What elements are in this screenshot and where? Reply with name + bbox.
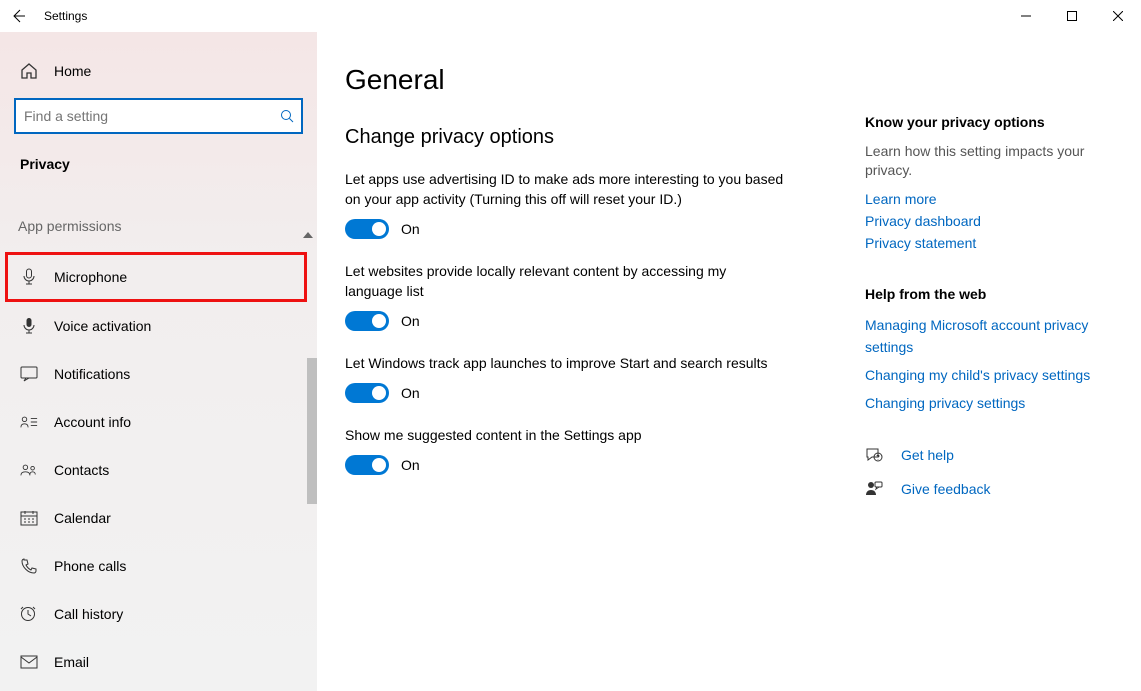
sidebar-category: Privacy [0, 134, 317, 178]
option-suggested-content: Show me suggested content in the Setting… [345, 425, 845, 475]
option-desc: Let apps use advertising ID to make ads … [345, 169, 785, 209]
sidebar-item-call-history[interactable]: Call history [0, 590, 317, 638]
sidebar-item-label: Microphone [54, 269, 127, 285]
main-content: General Change privacy options Let apps … [345, 64, 845, 691]
sidebar-item-label: Calendar [54, 510, 111, 526]
toggle-language-list[interactable] [345, 311, 389, 331]
phone-icon [20, 557, 38, 575]
sidebar-item-phone-calls[interactable]: Phone calls [0, 542, 317, 590]
home-icon [20, 62, 38, 80]
get-help-label: Get help [901, 447, 954, 463]
minimize-button[interactable] [1003, 0, 1049, 32]
help-icon [865, 446, 883, 464]
option-desc: Show me suggested content in the Setting… [345, 425, 785, 445]
sidebar-item-contacts[interactable]: Contacts [0, 446, 317, 494]
close-button[interactable] [1095, 0, 1141, 32]
sidebar-item-calendar[interactable]: Calendar [0, 494, 317, 542]
sidebar-item-microphone[interactable]: Microphone [5, 252, 307, 302]
search-input[interactable] [16, 108, 273, 124]
scroll-up-chevron[interactable] [303, 232, 313, 238]
notifications-icon [20, 365, 38, 383]
link-help-2[interactable]: Changing privacy settings [865, 392, 1111, 414]
option-desc: Let websites provide locally relevant co… [345, 261, 785, 301]
sidebar: Home Privacy App permissions Microphone [0, 32, 317, 691]
toggle-track-launches[interactable] [345, 383, 389, 403]
aside: Know your privacy options Learn how this… [845, 64, 1141, 691]
sidebar-section: App permissions [0, 178, 317, 240]
option-track-launches: Let Windows track app launches to improv… [345, 353, 845, 403]
search-input-wrap[interactable] [14, 98, 303, 134]
sidebar-item-label: Email [54, 654, 89, 670]
feedback-icon [865, 480, 883, 498]
sidebar-item-voice-activation[interactable]: Voice activation [0, 302, 317, 350]
sidebar-item-email[interactable]: Email [0, 638, 317, 686]
sidebar-item-label: Contacts [54, 462, 109, 478]
section-title: Change privacy options [345, 126, 845, 149]
toggle-state: On [401, 221, 420, 237]
maximize-button[interactable] [1049, 0, 1095, 32]
aside-help-title: Help from the web [865, 286, 1111, 302]
sidebar-item-label: Account info [54, 414, 131, 430]
titlebar: Settings [0, 0, 1141, 32]
sidebar-item-label: Phone calls [54, 558, 126, 574]
microphone-icon [20, 268, 38, 286]
search-icon[interactable] [273, 109, 301, 123]
link-privacy-dashboard[interactable]: Privacy dashboard [865, 210, 1111, 232]
sidebar-item-account-info[interactable]: Account info [0, 398, 317, 446]
option-language-list: Let websites provide locally relevant co… [345, 261, 845, 331]
sidebar-home[interactable]: Home [0, 50, 317, 92]
sidebar-item-label: Voice activation [54, 318, 151, 334]
option-advertising-id: Let apps use advertising ID to make ads … [345, 169, 845, 239]
voice-icon [20, 317, 38, 335]
sidebar-home-label: Home [54, 63, 91, 79]
toggle-state: On [401, 313, 420, 329]
link-give-feedback[interactable]: Give feedback [865, 480, 1111, 498]
window-title: Settings [44, 9, 87, 23]
back-button[interactable] [8, 6, 28, 26]
link-help-1[interactable]: Changing my child's privacy settings [865, 364, 1111, 386]
toggle-state: On [401, 385, 420, 401]
contacts-icon [20, 461, 38, 479]
aside-know-title: Know your privacy options [865, 114, 1111, 130]
sidebar-item-label: Call history [54, 606, 123, 622]
sidebar-scrollbar[interactable] [307, 358, 317, 504]
link-learn-more[interactable]: Learn more [865, 188, 1111, 210]
sidebar-item-notifications[interactable]: Notifications [0, 350, 317, 398]
email-icon [20, 653, 38, 671]
toggle-state: On [401, 457, 420, 473]
link-get-help[interactable]: Get help [865, 446, 1111, 464]
toggle-advertising-id[interactable] [345, 219, 389, 239]
feedback-label: Give feedback [901, 481, 991, 497]
aside-know-desc: Learn how this setting impacts your priv… [865, 142, 1111, 180]
link-privacy-statement[interactable]: Privacy statement [865, 232, 1111, 254]
account-info-icon [20, 413, 38, 431]
toggle-suggested-content[interactable] [345, 455, 389, 475]
option-desc: Let Windows track app launches to improv… [345, 353, 785, 373]
call-history-icon [20, 605, 38, 623]
page-title: General [345, 64, 845, 96]
sidebar-item-label: Notifications [54, 366, 130, 382]
calendar-icon [20, 509, 38, 527]
link-help-0[interactable]: Managing Microsoft account privacy setti… [865, 314, 1111, 358]
